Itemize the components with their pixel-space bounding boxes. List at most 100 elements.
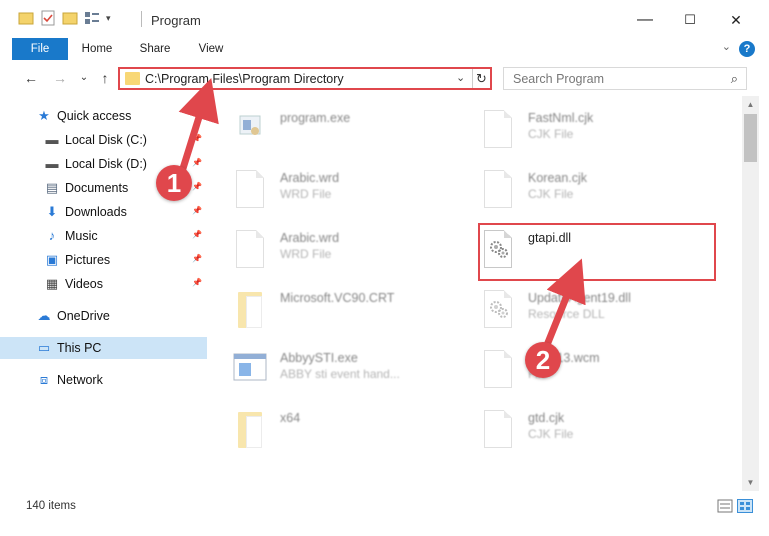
file-name: Arabic.wrd <box>280 231 340 245</box>
file-item[interactable]: Korean.cjk CJK File <box>480 166 720 220</box>
folder-icon <box>232 286 268 332</box>
file-name: Korean.cjk <box>528 171 588 185</box>
document-icon <box>480 166 516 212</box>
new-folder-icon[interactable] <box>62 10 78 26</box>
file-item[interactable]: gtd.cjk CJK File <box>480 406 720 460</box>
file-name: FastNml.cjk <box>528 111 594 125</box>
minimize-button[interactable]: — <box>625 6 665 34</box>
sidebar-item-label: OneDrive <box>57 309 110 323</box>
pin-icon: 📌 <box>192 158 202 167</box>
pin-icon: 📌 <box>192 182 202 191</box>
ribbon-tabs: File Home Share View ⌄ ? <box>0 38 769 92</box>
sidebar-item-label: This PC <box>57 341 102 355</box>
file-name: Arabic.wrd <box>280 171 340 185</box>
status-bar: 140 items <box>0 496 769 518</box>
close-button[interactable]: ✕ <box>716 6 756 34</box>
details-view-icon[interactable] <box>717 499 733 513</box>
sidebar-item-music[interactable]: ♪ Music 📌 <box>0 225 207 247</box>
drive-icon: ▬ <box>45 156 59 171</box>
file-name: gtd.cjk <box>528 411 565 425</box>
file-name: Microsoft.VC90.CRT <box>280 291 395 305</box>
document-icon <box>232 226 268 272</box>
title-divider <box>141 11 142 27</box>
sidebar-item-network[interactable]: ⧈ Network <box>0 369 207 391</box>
file-type: ABBY sti event hand... <box>280 367 400 381</box>
navigation-pane: ★ Quick access ▬ Local Disk (C:) 📌 ▬ Local Dis… <box>0 96 207 491</box>
sidebar-item-videos[interactable]: ▦ Videos 📌 <box>0 273 207 295</box>
ribbon-collapse-icon[interactable]: ⌄ <box>722 40 731 53</box>
sidebar-item-label: Videos <box>65 277 103 291</box>
up-button[interactable]: ↑ <box>96 69 114 87</box>
recent-locations-button[interactable]: ⌄ <box>75 69 93 87</box>
file-type: CJK File <box>528 127 574 141</box>
maximize-button[interactable]: ☐ <box>670 6 710 34</box>
callout-2: 2 <box>525 342 561 378</box>
sidebar-item-label: Network <box>57 373 103 387</box>
scroll-down-icon[interactable]: ▼ <box>742 474 759 491</box>
cloud-icon: ☁ <box>37 308 51 323</box>
item-count: 140 items <box>26 500 76 512</box>
search-input[interactable]: Search Program ⌕ <box>503 67 747 90</box>
pin-icon: 📌 <box>192 230 202 239</box>
scroll-thumb[interactable] <box>744 114 757 162</box>
customize-dropdown-icon[interactable]: ▾ <box>106 13 111 24</box>
file-list: program.exe FastNml.cjk CJK File Arabic.wrd… <box>208 96 742 491</box>
sidebar-item-label: Music <box>65 229 98 243</box>
forward-button[interactable]: → <box>51 69 69 87</box>
title-bar: ▾ Program — ☐ ✕ <box>0 0 769 38</box>
file-item[interactable]: program.exe <box>232 106 472 160</box>
exe-window-icon <box>232 346 268 392</box>
file-item[interactable]: UpdateAgent19.dll Resource DLL <box>480 286 720 340</box>
vertical-scrollbar[interactable]: ▲ ▼ <box>742 96 759 491</box>
file-item[interactable]: x64 <box>232 406 472 460</box>
sidebar-item-downloads[interactable]: ⬇ Downloads 📌 <box>0 201 207 223</box>
file-type: CJK File <box>528 187 574 201</box>
tab-share[interactable]: Share <box>134 38 176 60</box>
sidebar-item-quick-access[interactable]: ★ Quick access <box>0 105 207 127</box>
sidebar-item-label: Quick access <box>57 109 132 123</box>
callout-1: 1 <box>156 165 192 201</box>
file-item[interactable]: Microsoft.VC90.CRT <box>232 286 472 340</box>
highlight-box-gtapi <box>478 223 716 281</box>
file-item[interactable]: Arabic.wrd WRD File <box>232 166 472 220</box>
address-dropdown-icon[interactable]: ⌄ <box>456 71 465 84</box>
refresh-icon[interactable]: ↻ <box>472 69 490 88</box>
scroll-up-icon[interactable]: ▲ <box>742 96 759 113</box>
file-type: CJK File <box>528 427 574 441</box>
pin-icon: 📌 <box>192 134 202 143</box>
sidebar-item-label: Local Disk (D:) <box>65 157 147 171</box>
address-bar[interactable]: C:\Program Files\Program Directory ⌄ ↻ <box>118 67 492 90</box>
folder-icon[interactable] <box>18 10 34 26</box>
sidebar-item-pictures[interactable]: ▣ Pictures 📌 <box>0 249 207 271</box>
network-icon: ⧈ <box>39 372 49 387</box>
sidebar-item-local-disk-c[interactable]: ▬ Local Disk (C:) 📌 <box>0 129 207 151</box>
sidebar-item-onedrive[interactable]: ☁ OneDrive <box>0 305 207 327</box>
search-placeholder: Search Program <box>513 72 605 86</box>
customize-view-icon[interactable] <box>84 10 100 26</box>
file-item[interactable]: SWP13.wcmFile <box>480 346 720 400</box>
sidebar-item-this-pc[interactable]: ▭ This PC <box>0 337 207 359</box>
file-item[interactable]: Arabic.wrd WRD File <box>232 226 472 280</box>
large-icons-view-icon[interactable] <box>737 499 753 513</box>
help-icon[interactable]: ? <box>739 41 755 57</box>
document-icon <box>232 166 268 212</box>
tab-home[interactable]: Home <box>76 38 118 60</box>
pin-icon: 📌 <box>192 254 202 263</box>
sidebar-item-label: Documents <box>65 181 129 195</box>
file-name: UpdateAgent19.dll <box>528 291 631 305</box>
document-icon <box>480 346 516 392</box>
search-icon[interactable]: ⌕ <box>731 71 738 87</box>
pictures-icon: ▣ <box>45 252 59 267</box>
document-icon <box>480 106 516 152</box>
back-button[interactable]: ← <box>22 69 40 87</box>
maximize-icon: ☐ <box>684 12 696 27</box>
download-icon: ⬇ <box>46 204 58 219</box>
properties-icon[interactable] <box>40 10 56 26</box>
address-path[interactable]: C:\Program Files\Program Directory <box>145 72 344 86</box>
file-item[interactable]: AbbyySTI.exe ABBY sti event hand... <box>232 346 472 400</box>
sidebar-item-label: Local Disk (C:) <box>65 133 147 147</box>
documents-icon: ▤ <box>45 180 59 195</box>
file-item[interactable]: FastNml.cjk CJK File <box>480 106 720 160</box>
tab-view[interactable]: View <box>190 38 232 60</box>
file-type: WRD File <box>280 247 332 261</box>
